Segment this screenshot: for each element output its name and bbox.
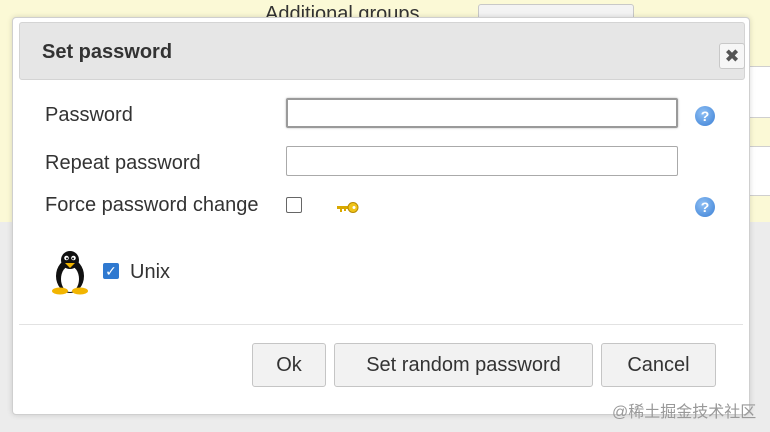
dialog-titlebar: Set password ✖ [19, 22, 745, 80]
repeat-password-field[interactable] [286, 146, 678, 176]
password-field[interactable] [286, 98, 678, 128]
unix-label: Unix [130, 261, 171, 283]
watermark: @稀土掘金技术社区 [612, 404, 757, 421]
force-password-change-label: Force password change [45, 194, 259, 216]
background-field [748, 66, 770, 118]
dialog-title: Set password [42, 41, 173, 63]
unix-checkbox[interactable]: ✓ [103, 263, 119, 279]
force-password-change-checkbox[interactable] [286, 197, 302, 213]
ok-button[interactable]: Ok [252, 343, 326, 387]
background-field [748, 146, 770, 196]
close-button[interactable]: ✖ [719, 43, 745, 69]
set-random-password-button[interactable]: Set random password [334, 343, 593, 387]
penguin-icon [52, 251, 88, 295]
cancel-button[interactable]: Cancel [601, 343, 716, 387]
set-password-dialog: Set password ✖ Password ? Repeat passwor… [12, 17, 750, 415]
key-icon [337, 202, 359, 213]
repeat-password-label: Repeat password [45, 152, 201, 174]
footer-divider [19, 324, 743, 325]
help-icon[interactable]: ? [695, 106, 715, 126]
close-icon: ✖ [724, 46, 740, 66]
password-label: Password [45, 104, 133, 126]
help-icon[interactable]: ? [695, 197, 715, 217]
